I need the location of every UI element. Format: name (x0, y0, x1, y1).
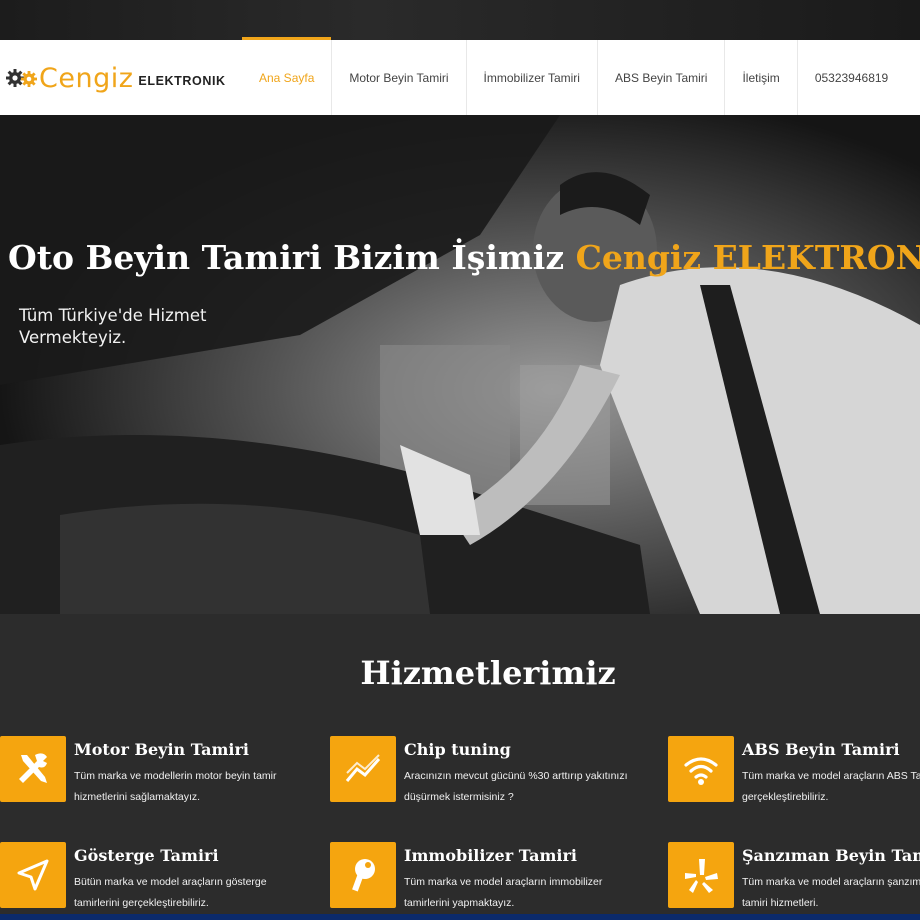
hero-background-image (0, 115, 920, 614)
logo[interactable]: Cengiz ELEKTRONIK (6, 62, 226, 94)
hero-subtitle: Tüm Türkiye'de Hizmet Vermekteyiz. (19, 306, 207, 347)
service-card-abs-beyin[interactable]: ABS Beyin Tamiri Tüm marka ve model araç… (668, 736, 920, 816)
nav-item-immobilizer-tamiri[interactable]: İmmobilizer Tamiri (467, 40, 598, 115)
main-menu: Ana Sayfa Motor Beyin Tamiri İmmobilizer… (242, 37, 905, 115)
service-title: Gösterge Tamiri (74, 846, 219, 865)
bottom-strip (0, 914, 920, 920)
hero-title: Oto Beyin Tamiri Bizim İşimiz Cengiz ELE… (8, 238, 920, 277)
top-band (0, 0, 920, 40)
nav-item-motor-beyin-tamiri[interactable]: Motor Beyin Tamiri (332, 40, 467, 115)
location-arrow-icon (0, 842, 66, 908)
wifi-icon (668, 736, 734, 802)
service-card-motor-beyin[interactable]: Motor Beyin Tamiri Tüm marka ve modeller… (0, 736, 320, 816)
services-title: Hizmetlerimiz (360, 654, 616, 692)
logo-subtitle: ELEKTRONIK (138, 74, 226, 88)
service-description: Tüm marka ve modellerin motor beyin tami… (74, 770, 277, 803)
service-card-chip-tuning[interactable]: Chip tuning Aracınızın mevcut gücünü %30… (330, 736, 650, 816)
nav-item-abs-beyin-tamiri[interactable]: ABS Beyin Tamiri (598, 40, 726, 115)
service-description: Tüm marka ve model araçların immobilizer… (404, 876, 603, 909)
yelp-icon (668, 842, 734, 908)
gears-icon (6, 69, 37, 87)
nav-item-phone[interactable]: 05323946819 (798, 40, 905, 115)
hero-title-main: Oto Beyin Tamiri Bizim İşimiz (8, 238, 576, 277)
key-icon (330, 842, 396, 908)
hero-title-accent: Cengiz ELEKTRONİK (575, 238, 920, 277)
service-title: Şanzıman Beyin Tamiri (742, 846, 920, 865)
tools-icon (0, 736, 66, 802)
service-description: Bütün marka ve model araçların gösterge … (74, 876, 267, 909)
service-card-immobilizer[interactable]: Immobilizer Tamiri Tüm marka ve model ar… (330, 842, 650, 920)
nav-item-iletisim[interactable]: İletişim (725, 40, 798, 115)
service-title: Chip tuning (404, 740, 511, 759)
service-description: Tüm marka ve model araçların şanzıman be… (742, 876, 920, 909)
service-card-sanziman[interactable]: Şanzıman Beyin Tamiri Tüm marka ve model… (668, 842, 920, 920)
service-title: ABS Beyin Tamiri (742, 740, 900, 759)
service-title: Immobilizer Tamiri (404, 846, 577, 865)
nav-item-ana-sayfa[interactable]: Ana Sayfa (242, 37, 333, 115)
hero-banner: Oto Beyin Tamiri Bizim İşimiz Cengiz ELE… (0, 115, 920, 614)
services-section: Hizmetlerimiz Motor Beyin Tamiri Tüm mar… (0, 614, 920, 920)
logo-name: Cengiz (39, 62, 134, 94)
service-description: Aracınızın mevcut gücünü %30 arttırıp ya… (404, 770, 628, 803)
navbar: Cengiz ELEKTRONIK Ana Sayfa Motor Beyin … (0, 37, 920, 115)
chart-line-icon (330, 736, 396, 802)
service-title: Motor Beyin Tamiri (74, 740, 249, 759)
service-card-gosterge[interactable]: Gösterge Tamiri Bütün marka ve model ara… (0, 842, 320, 920)
service-description: Tüm marka ve model araçların ABS Tamirin… (742, 770, 920, 803)
